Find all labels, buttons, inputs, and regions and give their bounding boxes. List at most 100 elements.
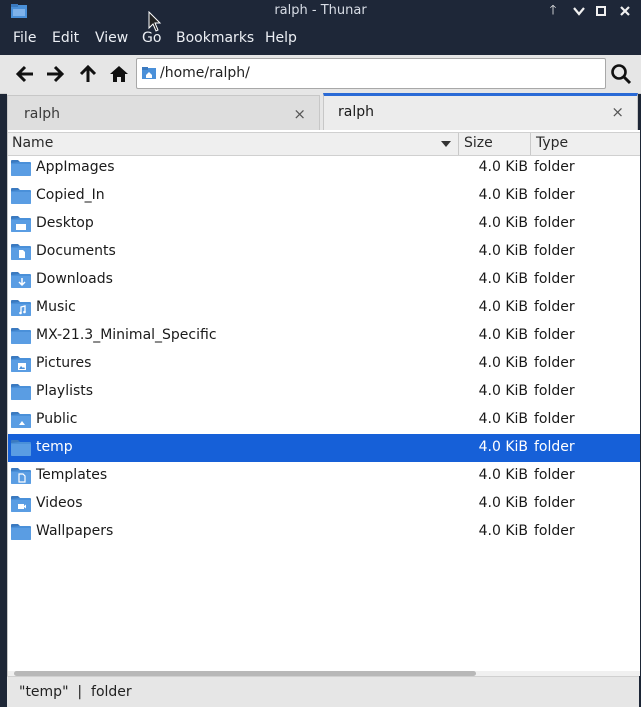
- tab-close-icon[interactable]: ×: [611, 103, 624, 121]
- file-row[interactable]: Copied_In 4.0 KiB folder: [8, 182, 640, 210]
- file-row[interactable]: Music 4.0 KiB folder: [8, 294, 640, 322]
- back-arrow-icon[interactable]: [14, 63, 36, 85]
- mouse-cursor-icon: [148, 11, 162, 32]
- file-size: 4.0 KiB: [478, 383, 528, 399]
- column-name-header[interactable]: Name: [12, 135, 53, 151]
- music-folder-icon: [11, 300, 31, 316]
- public-folder-icon: [11, 412, 31, 428]
- file-size: 4.0 KiB: [478, 187, 528, 203]
- file-row[interactable]: Wallpapers 4.0 KiB folder: [8, 518, 640, 546]
- file-name: Wallpapers: [36, 523, 114, 539]
- search-icon[interactable]: [610, 63, 632, 85]
- column-divider[interactable]: [458, 133, 459, 155]
- file-row[interactable]: temp 4.0 KiB folder: [8, 434, 640, 462]
- folder-icon: [11, 384, 31, 400]
- file-row[interactable]: Desktop 4.0 KiB folder: [8, 210, 640, 238]
- file-name: Copied_In: [36, 187, 105, 203]
- tab-ralph-2[interactable]: ralph ×: [323, 93, 638, 132]
- file-size: 4.0 KiB: [478, 467, 528, 483]
- menu-bar: File Edit View Go Bookmarks Help: [0, 23, 641, 55]
- tab-close-icon[interactable]: ×: [293, 105, 306, 123]
- toolbar: /home/ralph/: [0, 55, 641, 94]
- status-text: "temp" | folder: [19, 684, 132, 700]
- folder-icon: [11, 440, 31, 456]
- file-list-view[interactable]: Name Size Type AppImages 4.0 KiB folder Cop…: [7, 130, 640, 676]
- file-name: AppImages: [36, 159, 115, 175]
- file-name: temp: [36, 439, 73, 455]
- up-arrow-icon[interactable]: [77, 63, 99, 85]
- documents-folder-icon: [11, 244, 31, 260]
- file-size: 4.0 KiB: [478, 215, 528, 231]
- file-row[interactable]: MX-21.3_Minimal_Specific 4.0 KiB folder: [8, 322, 640, 350]
- folder-icon: [11, 328, 31, 344]
- file-row[interactable]: Documents 4.0 KiB folder: [8, 238, 640, 266]
- tab-label: ralph: [338, 104, 374, 120]
- column-type-header[interactable]: Type: [536, 135, 568, 151]
- file-size: 4.0 KiB: [478, 411, 528, 427]
- tab-bar: ralph × ralph ×: [7, 93, 638, 132]
- file-row[interactable]: Pictures 4.0 KiB folder: [8, 350, 640, 378]
- file-type: folder: [534, 327, 575, 343]
- folder-icon: [11, 524, 31, 540]
- menu-bookmarks[interactable]: Bookmarks: [176, 30, 254, 46]
- file-size: 4.0 KiB: [478, 523, 528, 539]
- file-type: folder: [534, 411, 575, 427]
- sort-descending-icon[interactable]: [441, 141, 451, 147]
- location-bar[interactable]: /home/ralph/: [136, 58, 606, 89]
- file-name: MX-21.3_Minimal_Specific: [36, 327, 217, 343]
- file-size: 4.0 KiB: [478, 327, 528, 343]
- file-row[interactable]: Videos 4.0 KiB folder: [8, 490, 640, 518]
- menu-help[interactable]: Help: [265, 30, 297, 46]
- file-type: folder: [534, 187, 575, 203]
- file-type: folder: [534, 299, 575, 315]
- file-row[interactable]: Public 4.0 KiB folder: [8, 406, 640, 434]
- home-icon[interactable]: [108, 63, 130, 85]
- file-size: 4.0 KiB: [478, 159, 528, 175]
- menu-view[interactable]: View: [95, 30, 128, 46]
- column-size-header[interactable]: Size: [464, 135, 493, 151]
- templates-folder-icon: [11, 468, 31, 484]
- file-size: 4.0 KiB: [478, 299, 528, 315]
- tab-label: ralph: [24, 106, 60, 122]
- file-type: folder: [534, 271, 575, 287]
- tab-ralph-1[interactable]: ralph ×: [7, 95, 320, 130]
- videos-folder-icon: [11, 496, 31, 512]
- keep-above-button[interactable]: 🡑: [545, 3, 561, 19]
- file-type: folder: [534, 243, 575, 259]
- location-path: /home/ralph/: [160, 65, 250, 81]
- home-folder-icon: [142, 67, 156, 79]
- file-row[interactable]: Playlists 4.0 KiB folder: [8, 378, 640, 406]
- file-type: folder: [534, 355, 575, 371]
- minimize-button[interactable]: [571, 3, 587, 19]
- file-row[interactable]: Downloads 4.0 KiB folder: [8, 266, 640, 294]
- file-name: Desktop: [36, 215, 94, 231]
- file-name: Public: [36, 411, 78, 427]
- folder-icon: [11, 160, 31, 176]
- file-row[interactable]: Templates 4.0 KiB folder: [8, 462, 640, 490]
- file-type: folder: [534, 383, 575, 399]
- file-size: 4.0 KiB: [478, 243, 528, 259]
- menu-file[interactable]: File: [13, 30, 36, 46]
- file-size: 4.0 KiB: [478, 355, 528, 371]
- file-name: Music: [36, 299, 76, 315]
- forward-arrow-icon[interactable]: [44, 63, 66, 85]
- file-type: folder: [534, 159, 575, 175]
- folder-icon: [11, 188, 31, 204]
- file-size: 4.0 KiB: [478, 271, 528, 287]
- file-size: 4.0 KiB: [478, 495, 528, 511]
- file-size: 4.0 KiB: [478, 439, 528, 455]
- file-name: Videos: [36, 495, 83, 511]
- close-window-button[interactable]: [617, 3, 633, 19]
- status-bar: "temp" | folder: [7, 676, 639, 707]
- file-name: Downloads: [36, 271, 113, 287]
- column-divider[interactable]: [530, 133, 531, 155]
- desktop-folder-icon: [11, 216, 31, 232]
- file-name: Templates: [36, 467, 108, 483]
- pictures-folder-icon: [11, 356, 31, 372]
- file-row[interactable]: AppImages 4.0 KiB folder: [8, 154, 640, 182]
- menu-edit[interactable]: Edit: [52, 30, 79, 46]
- maximize-button[interactable]: [593, 3, 609, 19]
- column-header: Name Size Type: [8, 132, 640, 156]
- title-bar: ralph - Thunar 🡑: [0, 0, 641, 23]
- file-type: folder: [534, 467, 575, 483]
